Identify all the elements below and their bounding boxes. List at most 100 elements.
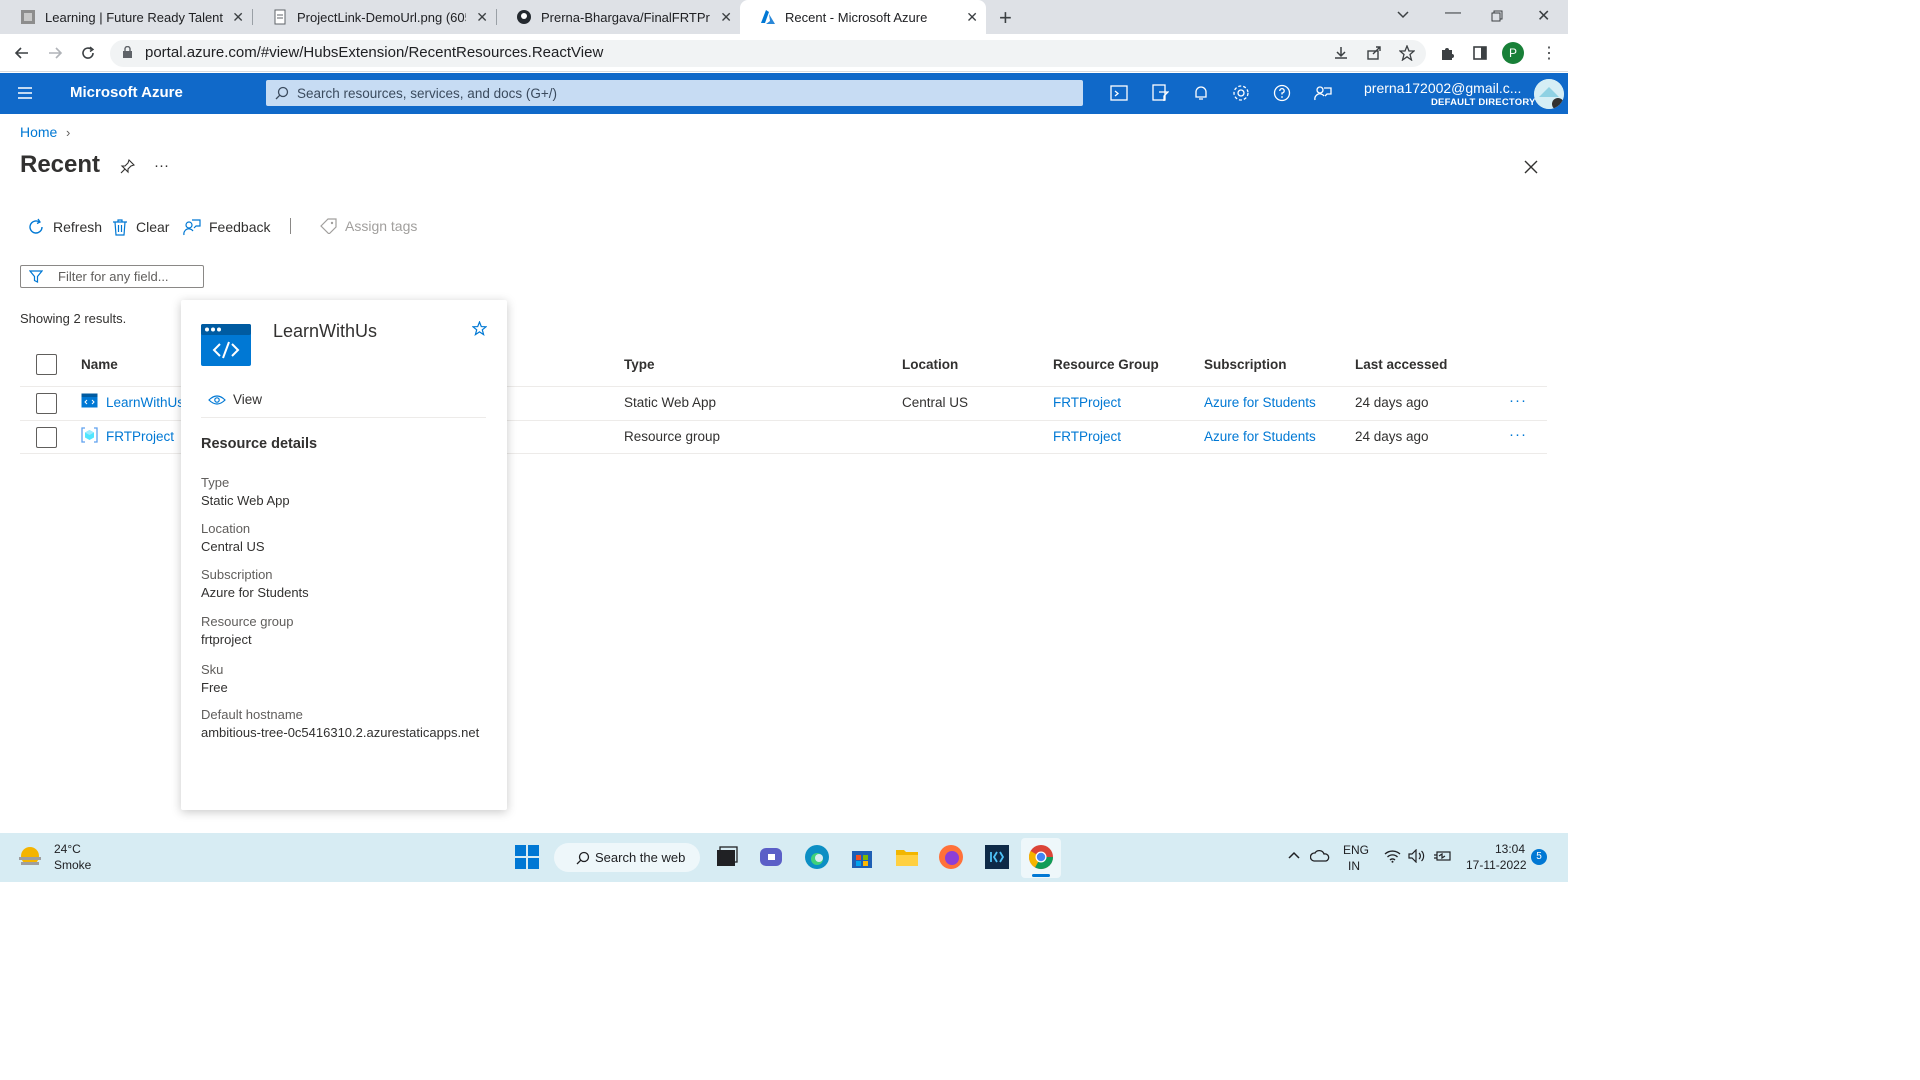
- extensions-puzzle-icon[interactable]: [1439, 45, 1455, 61]
- close-tab-icon[interactable]: ✕: [966, 9, 978, 26]
- resource-group-link[interactable]: FRTProject: [1053, 429, 1121, 444]
- column-header-type[interactable]: Type: [624, 357, 655, 372]
- refresh-button[interactable]: Refresh: [27, 218, 102, 236]
- clock-date[interactable]: 17-11-2022: [1466, 858, 1527, 872]
- static-web-app-large-icon: [201, 324, 251, 366]
- row-checkbox[interactable]: [36, 427, 57, 448]
- back-arrow-icon[interactable]: [14, 45, 30, 61]
- microsoft-store-icon[interactable]: [849, 844, 875, 870]
- install-app-icon[interactable]: [1333, 45, 1349, 61]
- more-options-icon[interactable]: ···: [154, 157, 169, 174]
- select-all-checkbox[interactable]: [36, 354, 57, 375]
- weather-temp[interactable]: 24°C: [54, 842, 81, 856]
- browser-menu-icon[interactable]: ⋮: [1541, 43, 1557, 63]
- card-view-button[interactable]: View: [208, 392, 262, 407]
- resource-group-link[interactable]: FRTProject: [1053, 395, 1121, 410]
- close-window-icon[interactable]: ✕: [1537, 6, 1550, 26]
- teams-chat-icon[interactable]: [758, 844, 784, 870]
- last-accessed: 24 days ago: [1355, 429, 1429, 444]
- weather-widget[interactable]: [16, 843, 44, 871]
- resource-name-link[interactable]: LearnWithUs: [106, 395, 184, 410]
- browser-tab-azure[interactable]: Recent - Microsoft Azure ✕: [740, 0, 986, 34]
- account-avatar[interactable]: [1534, 79, 1564, 109]
- task-view-icon[interactable]: [714, 844, 740, 870]
- detail-resource-group-link[interactable]: frtproject: [201, 632, 252, 647]
- favorite-star-icon[interactable]: [472, 321, 487, 336]
- edge-browser-icon[interactable]: [804, 844, 830, 870]
- detail-label-sku: Sku: [201, 662, 224, 677]
- clock-time[interactable]: 13:04: [1495, 842, 1525, 856]
- notifications-bell-icon[interactable]: [1192, 84, 1210, 102]
- directory-filter-icon[interactable]: [1151, 84, 1169, 102]
- taskbar-search-box[interactable]: Search the web: [554, 843, 700, 872]
- cloud-shell-icon[interactable]: [1110, 84, 1128, 102]
- feedback-icon[interactable]: [1314, 84, 1332, 102]
- column-header-location[interactable]: Location: [902, 357, 958, 372]
- help-question-icon[interactable]: [1273, 84, 1291, 102]
- weather-desc[interactable]: Smoke: [54, 858, 91, 872]
- chrome-icon[interactable]: [1028, 844, 1054, 870]
- detail-value-hostname: ambitious-tree-0c5416310.2.azurestaticap…: [201, 725, 480, 740]
- row-more-icon[interactable]: ···: [1509, 392, 1527, 409]
- battery-charging-icon[interactable]: [1433, 849, 1452, 863]
- hamburger-menu-icon[interactable]: [17, 86, 33, 100]
- forward-arrow-icon[interactable]: [47, 45, 63, 61]
- language-region[interactable]: IN: [1348, 859, 1360, 873]
- volume-speaker-icon[interactable]: [1408, 849, 1426, 863]
- share-icon[interactable]: [1366, 45, 1382, 61]
- lock-icon[interactable]: [122, 46, 133, 59]
- breadcrumb-home[interactable]: Home: [20, 124, 57, 140]
- feedback-button[interactable]: Feedback: [183, 218, 270, 236]
- wifi-icon[interactable]: [1384, 849, 1401, 863]
- profile-avatar[interactable]: P: [1502, 42, 1524, 64]
- close-tab-icon[interactable]: ✕: [476, 9, 488, 26]
- azure-brand[interactable]: Microsoft Azure: [70, 84, 183, 101]
- account-email[interactable]: prerna172002@gmail.c...: [1364, 80, 1521, 96]
- subscription-link[interactable]: Azure for Students: [1204, 429, 1316, 444]
- close-tab-icon[interactable]: ✕: [720, 9, 732, 26]
- windows-taskbar: [0, 833, 1568, 882]
- new-tab-button[interactable]: +: [999, 5, 1012, 31]
- pin-icon[interactable]: [120, 159, 135, 174]
- resource-type: Static Web App: [624, 395, 717, 410]
- notification-count-badge[interactable]: 5: [1531, 849, 1547, 865]
- show-hidden-icons-chevron[interactable]: [1287, 850, 1301, 860]
- resource-name-link[interactable]: FRTProject: [106, 429, 174, 444]
- language-indicator[interactable]: ENG: [1343, 843, 1369, 857]
- bookmark-star-icon[interactable]: [1399, 45, 1415, 61]
- subscription-link[interactable]: Azure for Students: [1204, 395, 1316, 410]
- card-section-title: Resource details: [201, 436, 318, 452]
- tab-search-chevron-icon[interactable]: [1396, 10, 1410, 20]
- row-more-icon[interactable]: ···: [1509, 426, 1527, 443]
- settings-gear-icon[interactable]: [1232, 84, 1250, 102]
- minimize-window-icon[interactable]: —: [1445, 4, 1461, 22]
- column-header-subscription[interactable]: Subscription: [1204, 357, 1287, 372]
- close-blade-icon[interactable]: [1524, 160, 1538, 174]
- clear-button[interactable]: Clear: [112, 218, 169, 236]
- column-header-resource-group[interactable]: Resource Group: [1053, 357, 1159, 372]
- code-editor-icon[interactable]: [984, 844, 1010, 870]
- tab-favicon-icon: [21, 10, 35, 24]
- browser-tab-projectlink[interactable]: ProjectLink-DemoUrl.png (605×3 ✕: [252, 0, 496, 34]
- browser-tab-github[interactable]: Prerna-Bhargava/FinalFRTProject ✕: [496, 0, 740, 34]
- refresh-label: Refresh: [53, 219, 103, 235]
- firefox-icon[interactable]: [938, 844, 964, 870]
- row-checkbox[interactable]: [36, 393, 57, 414]
- column-header-name[interactable]: Name: [81, 357, 118, 372]
- column-header-last-accessed[interactable]: Last accessed: [1355, 357, 1447, 372]
- tag-icon: [320, 218, 337, 234]
- assign-tags-button[interactable]: Assign tags: [320, 218, 417, 234]
- detail-label-resource-group: Resource group: [201, 614, 294, 629]
- side-panel-icon[interactable]: [1472, 45, 1488, 61]
- tab-title: Recent - Microsoft Azure: [785, 9, 928, 25]
- reload-icon[interactable]: [80, 45, 96, 61]
- file-explorer-icon[interactable]: [894, 844, 920, 870]
- assign-tags-label: Assign tags: [345, 218, 418, 234]
- detail-value-sku: Free: [201, 680, 228, 695]
- detail-subscription-link[interactable]: Azure for Students: [201, 585, 309, 600]
- onedrive-cloud-icon[interactable]: [1310, 848, 1330, 864]
- close-tab-icon[interactable]: ✕: [232, 9, 244, 26]
- windows-start-icon[interactable]: [514, 844, 540, 870]
- browser-tab-learning[interactable]: Learning | Future Ready Talent ✕: [0, 0, 252, 34]
- restore-window-icon[interactable]: [1491, 10, 1503, 22]
